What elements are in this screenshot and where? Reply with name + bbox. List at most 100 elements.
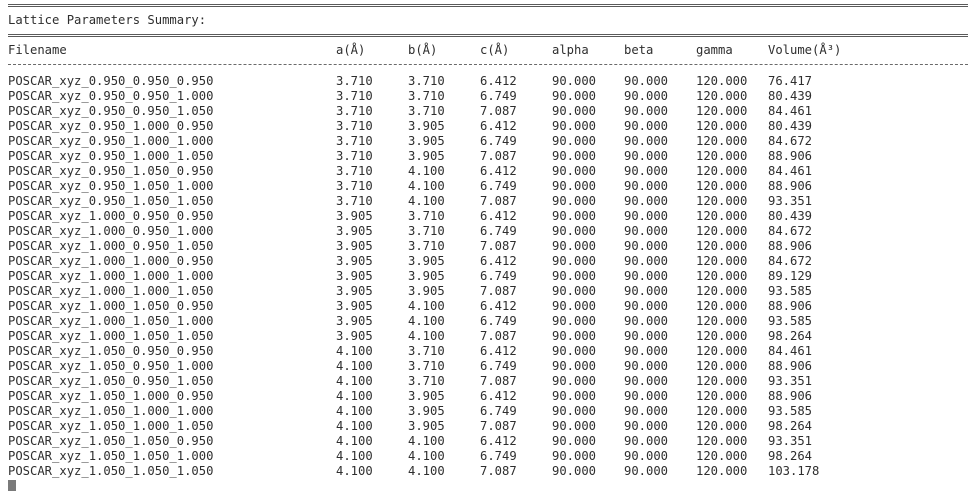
cell-volume: 88.906: [768, 179, 813, 193]
cell-filename: POSCAR_xyz_1.050_1.000_1.050: [8, 419, 214, 433]
cell-a: 3.710: [336, 164, 373, 178]
cell-volume: 84.461: [768, 104, 813, 118]
cell-volume: 98.264: [768, 419, 813, 433]
cell-c: 7.087: [480, 104, 517, 118]
cell-alpha: 90.000: [552, 194, 597, 208]
cell-filename: POSCAR_xyz_1.000_1.000_1.000: [8, 269, 214, 283]
cell-gamma: 120.000: [696, 209, 748, 223]
cell-b: 3.905: [408, 419, 445, 433]
cell-c: 6.412: [480, 119, 517, 133]
cell-gamma: 120.000: [696, 359, 748, 373]
cell-b: 3.710: [408, 374, 445, 388]
cell-a: 4.100: [336, 374, 373, 388]
cell-filename: POSCAR_xyz_1.000_1.000_1.050: [8, 284, 214, 298]
cell-filename: POSCAR_xyz_1.050_0.950_1.050: [8, 374, 214, 388]
cell-alpha: 90.000: [552, 119, 597, 133]
cell-filename: POSCAR_xyz_1.000_1.000_0.950: [8, 254, 214, 268]
cell-volume: 93.585: [768, 404, 813, 418]
cell-c: 6.749: [480, 134, 517, 148]
cell-alpha: 90.000: [552, 449, 597, 463]
cell-volume: 84.672: [768, 224, 813, 238]
cell-a: 3.905: [336, 299, 373, 313]
cell-beta: 90.000: [624, 434, 669, 448]
cell-a: 4.100: [336, 434, 373, 448]
cell-volume: 103.178: [768, 464, 820, 478]
cell-a: 3.905: [336, 224, 373, 238]
cell-gamma: 120.000: [696, 464, 748, 478]
cell-filename: POSCAR_xyz_0.950_1.000_0.950: [8, 119, 214, 133]
cell-alpha: 90.000: [552, 299, 597, 313]
cell-beta: 90.000: [624, 224, 669, 238]
cell-filename: POSCAR_xyz_1.050_1.050_1.050: [8, 464, 214, 478]
cell-a: 4.100: [336, 419, 373, 433]
cell-beta: 90.000: [624, 194, 669, 208]
terminal-window[interactable]: { "rule_top": "=========================…: [0, 0, 977, 491]
cell-alpha: 90.000: [552, 374, 597, 388]
cell-c: 6.749: [480, 269, 517, 283]
cell-gamma: 120.000: [696, 89, 748, 103]
cell-volume: 88.906: [768, 239, 813, 253]
cell-filename: POSCAR_xyz_1.000_0.950_1.000: [8, 224, 214, 238]
cell-a: 3.710: [336, 149, 373, 163]
cell-filename: POSCAR_xyz_1.050_1.050_0.950: [8, 434, 214, 448]
cell-beta: 90.000: [624, 389, 669, 403]
cell-beta: 90.000: [624, 284, 669, 298]
cell-a: 4.100: [336, 464, 373, 478]
cell-beta: 90.000: [624, 299, 669, 313]
cell-gamma: 120.000: [696, 374, 748, 388]
cell-volume: 88.906: [768, 389, 813, 403]
cell-b: 3.710: [408, 359, 445, 373]
cell-a: 3.905: [336, 239, 373, 253]
cell-gamma: 120.000: [696, 254, 748, 268]
cell-gamma: 120.000: [696, 329, 748, 343]
cell-gamma: 120.000: [696, 284, 748, 298]
cell-gamma: 120.000: [696, 179, 748, 193]
cell-alpha: 90.000: [552, 434, 597, 448]
cell-a: 3.905: [336, 314, 373, 328]
cell-c: 6.412: [480, 74, 517, 88]
cell-a: 3.710: [336, 119, 373, 133]
cell-beta: 90.000: [624, 314, 669, 328]
cell-volume: 93.351: [768, 374, 813, 388]
cell-b: 3.710: [408, 209, 445, 223]
cell-alpha: 90.000: [552, 89, 597, 103]
cell-beta: 90.000: [624, 359, 669, 373]
cell-beta: 90.000: [624, 404, 669, 418]
cell-volume: 88.906: [768, 359, 813, 373]
cell-beta: 90.000: [624, 89, 669, 103]
cell-filename: POSCAR_xyz_0.950_1.050_0.950: [8, 164, 214, 178]
cell-b: 3.905: [408, 284, 445, 298]
cell-b: 3.905: [408, 269, 445, 283]
cell-gamma: 120.000: [696, 119, 748, 133]
cell-c: 6.749: [480, 314, 517, 328]
cell-alpha: 90.000: [552, 104, 597, 118]
cell-beta: 90.000: [624, 119, 669, 133]
cell-gamma: 120.000: [696, 404, 748, 418]
cell-volume: 93.585: [768, 284, 813, 298]
cell-beta: 90.000: [624, 419, 669, 433]
cell-c: 6.749: [480, 449, 517, 463]
cell-beta: 90.000: [624, 149, 669, 163]
cell-c: 6.749: [480, 359, 517, 373]
cell-c: 6.412: [480, 344, 517, 358]
cell-volume: 80.439: [768, 89, 813, 103]
cell-volume: 88.906: [768, 299, 813, 313]
cell-alpha: 90.000: [552, 164, 597, 178]
cell-c: 6.749: [480, 224, 517, 238]
cell-alpha: 90.000: [552, 359, 597, 373]
cell-a: 3.710: [336, 194, 373, 208]
cell-gamma: 120.000: [696, 299, 748, 313]
cell-a: 3.905: [336, 254, 373, 268]
cell-beta: 90.000: [624, 164, 669, 178]
cell-filename: POSCAR_xyz_1.050_1.000_1.000: [8, 404, 214, 418]
cell-filename: POSCAR_xyz_1.050_1.000_0.950: [8, 389, 214, 403]
cell-a: 4.100: [336, 344, 373, 358]
cell-gamma: 120.000: [696, 314, 748, 328]
cell-c: 7.087: [480, 149, 517, 163]
cell-c: 7.087: [480, 419, 517, 433]
cell-alpha: 90.000: [552, 179, 597, 193]
cell-c: 6.412: [480, 389, 517, 403]
cell-alpha: 90.000: [552, 404, 597, 418]
cell-alpha: 90.000: [552, 239, 597, 253]
cell-alpha: 90.000: [552, 329, 597, 343]
